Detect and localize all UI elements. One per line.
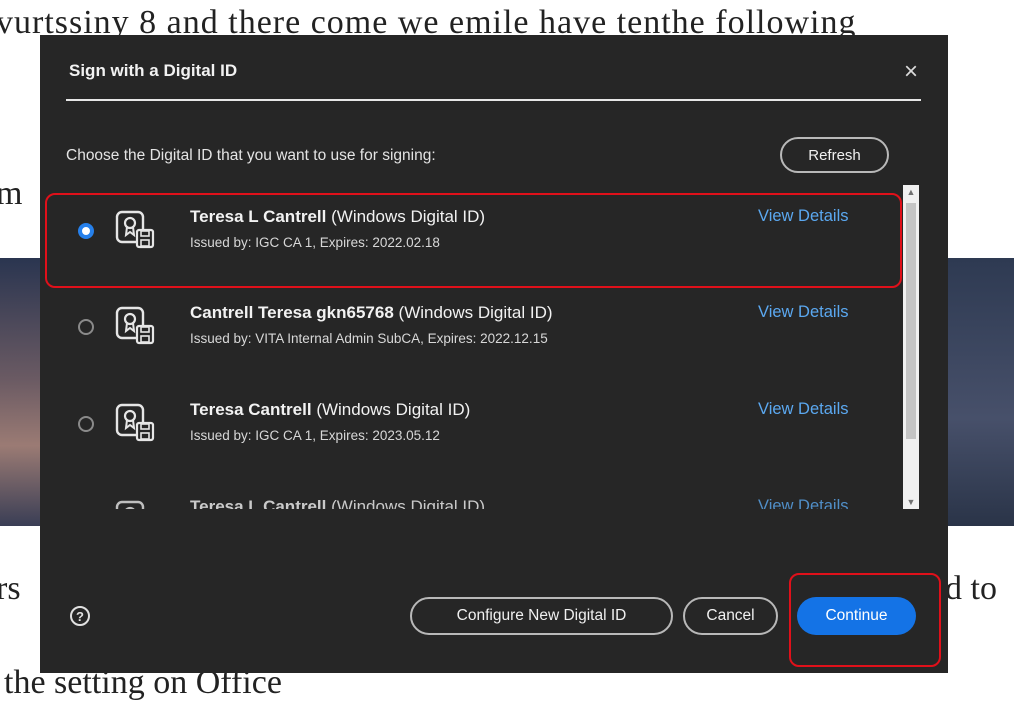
- annotation-highlight-continue: [789, 573, 941, 667]
- title-divider: [66, 99, 921, 101]
- refresh-button[interactable]: Refresh: [780, 137, 889, 173]
- digital-id-name: Cantrell Teresa gkn65768 (Windows Digita…: [190, 303, 553, 322]
- view-details-link[interactable]: View Details: [758, 303, 848, 322]
- view-details-link[interactable]: View Details: [758, 497, 848, 509]
- close-icon[interactable]: ×: [904, 59, 918, 85]
- digital-id-issuer: Issued by: VITA Internal Admin SubCA, Ex…: [190, 331, 548, 346]
- background-image: [948, 258, 1014, 526]
- certificate-icon: [115, 500, 145, 509]
- scrollbar-thumb[interactable]: [906, 203, 916, 439]
- digital-id-row[interactable]: Cantrell Teresa gkn65768 (Windows Digita…: [46, 281, 904, 377]
- configure-new-digital-id-button[interactable]: Configure New Digital ID: [410, 597, 673, 635]
- annotation-highlight-selected-id: [45, 193, 902, 288]
- background-text-line: d to: [945, 570, 997, 607]
- dialog-title: Sign with a Digital ID: [69, 61, 238, 80]
- background-image: [0, 258, 42, 526]
- list-scrollbar[interactable]: ▲ ▼: [903, 185, 919, 509]
- digital-id-name: Teresa L Cantrell (Windows Digital ID): [190, 497, 486, 509]
- digital-id-name: Teresa Cantrell (Windows Digital ID): [190, 400, 471, 419]
- view-details-link[interactable]: View Details: [758, 400, 848, 419]
- background-text-line: m: [0, 175, 23, 212]
- digital-id-issuer: Issued by: IGC CA 1, Expires: 2023.05.12: [190, 428, 440, 443]
- background-text-line: rs: [0, 570, 21, 607]
- digital-id-row[interactable]: Teresa L Cantrell (Windows Digital ID) V…: [46, 475, 904, 509]
- radio-button[interactable]: [78, 416, 94, 432]
- certificate-icon: [115, 403, 155, 442]
- digital-id-row[interactable]: Teresa Cantrell (Windows Digital ID) Iss…: [46, 378, 904, 474]
- scroll-down-icon[interactable]: ▼: [903, 495, 919, 509]
- instruction-text: Choose the Digital ID that you want to u…: [66, 147, 436, 164]
- cancel-button[interactable]: Cancel: [683, 597, 778, 635]
- help-icon[interactable]: ?: [70, 606, 90, 626]
- certificate-icon: [115, 306, 155, 345]
- radio-button[interactable]: [78, 319, 94, 335]
- scroll-up-icon[interactable]: ▲: [903, 185, 919, 199]
